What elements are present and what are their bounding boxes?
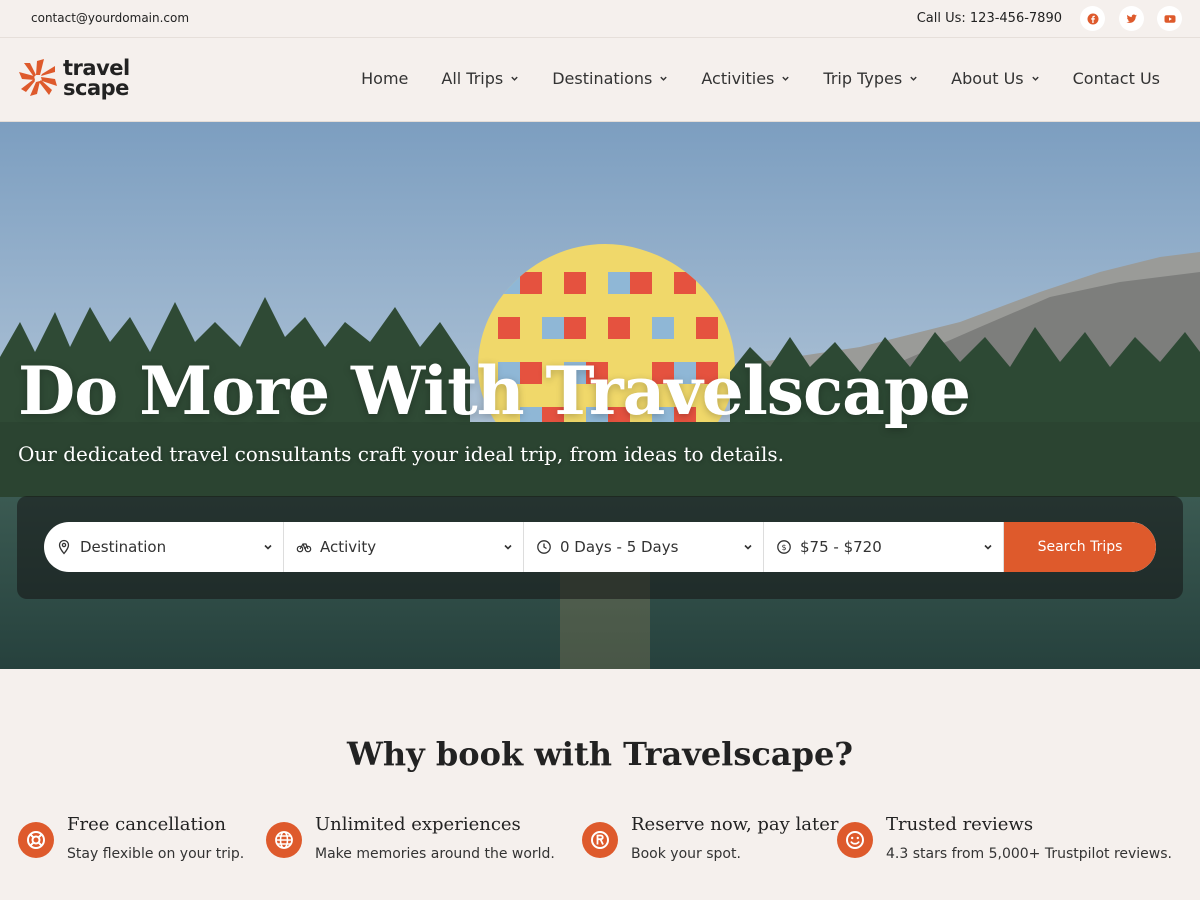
site-header: travel scape Home All Trips Destinations… [0,39,1200,122]
feature-unlimited-experiences: Unlimited experiences Make memories arou… [266,814,555,862]
clock-icon [537,540,551,554]
chevron-down-icon [511,76,518,81]
feature-title: Reserve now, pay later [631,814,839,835]
nav-trip-types[interactable]: Trip Types [823,69,918,88]
search-trips-button[interactable]: Search Trips [1004,522,1156,572]
duration-value: 0 Days - 5 Days [560,538,679,556]
price-select[interactable]: $ $75 - $720 [764,522,1004,572]
chevron-down-icon [504,544,512,550]
logo-sun-icon [19,59,57,96]
globe-icon [266,822,302,858]
contact-email[interactable]: contact@yourdomain.com [31,11,189,25]
feature-title: Trusted reviews [886,814,1034,835]
chevron-down-icon [264,544,272,550]
chevron-down-icon [744,544,752,550]
logo-text-line2: scape [63,76,129,100]
youtube-icon[interactable] [1157,6,1182,31]
hero-title: Do More With Travelscape [18,352,971,430]
lifebuoy-icon [18,822,54,858]
nav-about-us[interactable]: About Us [951,69,1039,88]
feature-free-cancellation: Free cancellation Stay flexible on your … [18,814,244,862]
logo-text-line1: travel [63,56,130,80]
dollar-circle-icon: $ [777,540,791,554]
feature-description: Make memories around the world. [315,846,555,862]
registered-icon [582,822,618,858]
chevron-down-icon [660,76,668,81]
feature-description: Book your spot. [631,846,741,862]
activity-select[interactable]: Activity [284,522,524,572]
map-pin-icon [58,539,70,555]
feature-title: Free cancellation [67,814,226,835]
feature-title: Unlimited experiences [315,814,521,835]
brand-logo[interactable]: travel scape [17,57,130,99]
nav-contact-us[interactable]: Contact Us [1073,69,1160,88]
contact-phone[interactable]: Call Us: 123-456-7890 [917,11,1062,26]
twitter-icon[interactable] [1119,6,1144,31]
feature-reserve-now: Reserve now, pay later Book your spot. [582,814,839,862]
hero-subtitle: Our dedicated travel consultants craft y… [18,442,784,466]
main-nav: Home All Trips Destinations Activities T… [328,69,1160,88]
nav-home[interactable]: Home [361,69,408,88]
price-value: $75 - $720 [800,538,882,556]
feature-description: Stay flexible on your trip. [67,846,245,862]
top-bar: contact@yourdomain.com Call Us: 123-456-… [0,0,1200,38]
smile-icon [837,822,873,858]
facebook-icon[interactable] [1080,6,1105,31]
nav-activities[interactable]: Activities [701,69,790,88]
nav-all-trips[interactable]: All Trips [441,69,519,88]
duration-select[interactable]: 0 Days - 5 Days [524,522,764,572]
chevron-down-icon [910,76,917,81]
destination-select[interactable]: Destination [44,522,284,572]
bicycle-icon [296,543,312,553]
feature-description: 4.3 stars from 5,000+ Trustpilot reviews… [886,846,1172,862]
chevron-down-icon [782,76,790,81]
svg-text:$: $ [781,543,786,552]
why-section-title: Why book with Travelscape? [346,735,854,773]
chevron-down-icon [1031,76,1039,81]
activity-value: Activity [320,538,377,556]
feature-trusted-reviews: Trusted reviews 4.3 stars from 5,000+ Tr… [837,814,1172,862]
trip-search-bar: Destination Activity 0 Days - 5 Days $ $… [44,522,1156,572]
nav-destinations[interactable]: Destinations [552,69,668,88]
destination-value: Destination [80,538,167,556]
chevron-down-icon [984,544,992,550]
